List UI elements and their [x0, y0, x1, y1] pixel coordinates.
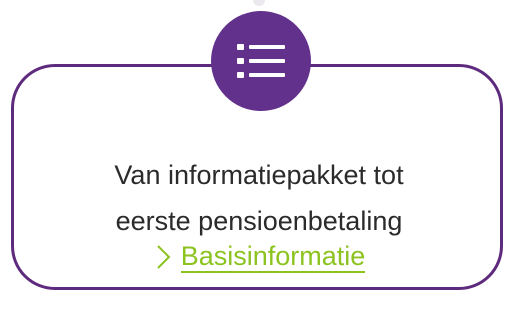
card-description: Van informatiepakket tot eerste pensioen…	[14, 152, 504, 244]
basisinformatie-link[interactable]: Basisinformatie	[153, 241, 366, 273]
list-icon-badge	[211, 11, 311, 111]
basisinformatie-link-row: Basisinformatie	[14, 240, 504, 286]
card-description-line-1: Van informatiepakket tot	[114, 160, 404, 190]
list-icon	[237, 44, 285, 78]
basisinformatie-link-label: Basisinformatie	[180, 241, 366, 273]
card-description-line-2: eerste pensioenbetaling	[115, 206, 403, 236]
top-decoration	[253, 0, 265, 6]
chevron-right-icon	[156, 245, 171, 269]
